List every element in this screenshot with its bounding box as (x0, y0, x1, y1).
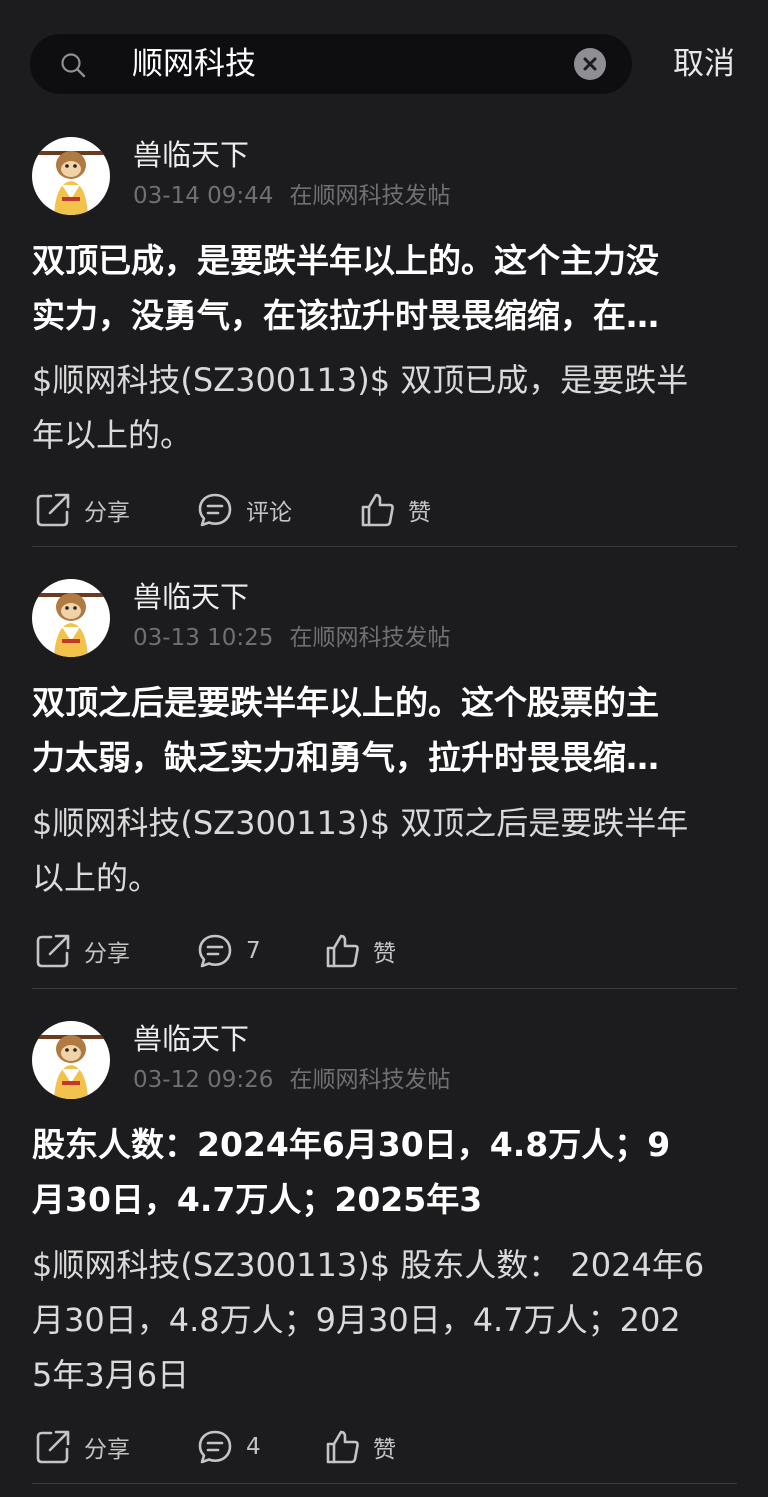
search-results-page: 顺网科技 取消 兽临天下 03-14 09:44 在顺网科技发帖 双顶已成，是要… (0, 0, 768, 1497)
share-button[interactable]: 分享 (34, 1427, 130, 1467)
post-title-line: 实力，没勇气，在该拉升时畏畏缩缩，在… (32, 296, 659, 335)
share-icon (36, 934, 70, 968)
avatar[interactable] (32, 137, 110, 215)
post-body-line: 以上的。 (32, 859, 161, 897)
post-meta: 03-12 09:26 在顺网科技发帖 (133, 1066, 450, 1094)
divider (32, 988, 737, 989)
comment-label: 评论 (246, 500, 292, 526)
post-location: 在顺网科技发帖 (289, 183, 451, 209)
post-body-line: $顺网科技(SZ300113)$ 双顶已成，是要跌半 (32, 361, 689, 399)
post-body-line: $顺网科技(SZ300113)$ 双顶之后是要跌半年 (32, 804, 689, 842)
post-body[interactable]: $顺网科技(SZ300113)$ 双顶之后是要跌半年 以上的。 (32, 796, 738, 906)
share-button[interactable]: 分享 (34, 490, 130, 530)
avatar[interactable] (32, 579, 110, 657)
author-name[interactable]: 兽临天下 (133, 1021, 249, 1057)
divider (32, 546, 737, 547)
post-time: 03-14 09:44 (133, 183, 274, 209)
post-location: 在顺网科技发帖 (289, 625, 451, 651)
post-body-line: $顺网科技(SZ300113)$ 股东人数： 2024年6 (32, 1246, 705, 1284)
cancel-button[interactable]: 取消 (673, 45, 735, 83)
post-time: 03-13 10:25 (133, 625, 274, 651)
post-title[interactable]: 股东人数：2024年6月30日，4.8万人；9 月30日，4.7万人；2025年… (32, 1117, 742, 1227)
post-location: 在顺网科技发帖 (289, 1067, 451, 1093)
share-icon (36, 1430, 70, 1464)
like-button[interactable]: 赞 (323, 931, 396, 971)
post-body-line: 年以上的。 (32, 416, 193, 454)
author-name[interactable]: 兽临天下 (133, 137, 249, 173)
comment-button[interactable]: 评论 (196, 490, 292, 530)
comment-button[interactable]: 7 (196, 931, 261, 971)
share-label: 分享 (84, 1437, 130, 1463)
share-button[interactable]: 分享 (34, 931, 130, 971)
share-label: 分享 (84, 500, 130, 526)
comment-count: 4 (246, 1434, 261, 1460)
post-title-line: 月30日，4.7万人；2025年3 (32, 1180, 483, 1219)
search-icon (61, 53, 86, 78)
comment-icon (198, 934, 232, 968)
post-meta: 03-13 10:25 在顺网科技发帖 (133, 624, 450, 652)
monkey-king-avatar (38, 151, 104, 215)
post-meta: 03-14 09:44 在顺网科技发帖 (133, 182, 450, 210)
comment-icon (198, 493, 232, 527)
monkey-king-avatar (38, 1035, 104, 1099)
thumbs-up-icon (326, 1430, 359, 1464)
avatar[interactable] (32, 1021, 110, 1099)
like-label: 赞 (373, 941, 396, 967)
clear-icon (583, 57, 597, 71)
search-input[interactable]: 顺网科技 (132, 45, 256, 83)
share-label: 分享 (84, 941, 130, 967)
author-name[interactable]: 兽临天下 (133, 579, 249, 615)
thumbs-up-icon (361, 493, 394, 527)
post-body[interactable]: $顺网科技(SZ300113)$ 双顶已成，是要跌半 年以上的。 (32, 353, 738, 463)
like-label: 赞 (373, 1437, 396, 1463)
like-button[interactable]: 赞 (323, 1427, 396, 1467)
post-title-line: 股东人数：2024年6月30日，4.8万人；9 (32, 1125, 671, 1164)
search-bar[interactable]: 顺网科技 (30, 34, 632, 94)
divider (32, 1483, 737, 1484)
post-body[interactable]: $顺网科技(SZ300113)$ 股东人数： 2024年6 月30日，4.8万人… (32, 1238, 738, 1403)
share-icon (36, 493, 70, 527)
post-title[interactable]: 双顶已成，是要跌半年以上的。这个主力没 实力，没勇气，在该拉升时畏畏缩缩，在… (32, 233, 742, 343)
post-actions: 分享 4 赞 (0, 1427, 768, 1467)
post-actions: 分享 7 赞 (0, 931, 768, 971)
like-label: 赞 (408, 500, 431, 526)
comment-count: 7 (246, 938, 261, 964)
comment-button[interactable]: 4 (196, 1427, 261, 1467)
post-body-line: 月30日，4.8万人；9月30日，4.7万人；202 (32, 1301, 681, 1339)
post-title-line: 力太弱，缺乏实力和勇气，拉升时畏畏缩… (32, 738, 659, 777)
thumbs-up-icon (326, 934, 359, 968)
like-button[interactable]: 赞 (358, 490, 431, 530)
post-body-line: 5年3月6日 (32, 1356, 190, 1394)
monkey-king-avatar (38, 593, 104, 657)
post-title-line: 双顶之后是要跌半年以上的。这个股票的主 (32, 683, 659, 722)
post-title-line: 双顶已成，是要跌半年以上的。这个主力没 (32, 241, 659, 280)
post-time: 03-12 09:26 (133, 1067, 274, 1093)
comment-icon (198, 1430, 232, 1464)
clear-search-button[interactable] (574, 48, 606, 80)
post-actions: 分享 评论 赞 (0, 490, 768, 530)
post-title[interactable]: 双顶之后是要跌半年以上的。这个股票的主 力太弱，缺乏实力和勇气，拉升时畏畏缩… (32, 675, 742, 785)
